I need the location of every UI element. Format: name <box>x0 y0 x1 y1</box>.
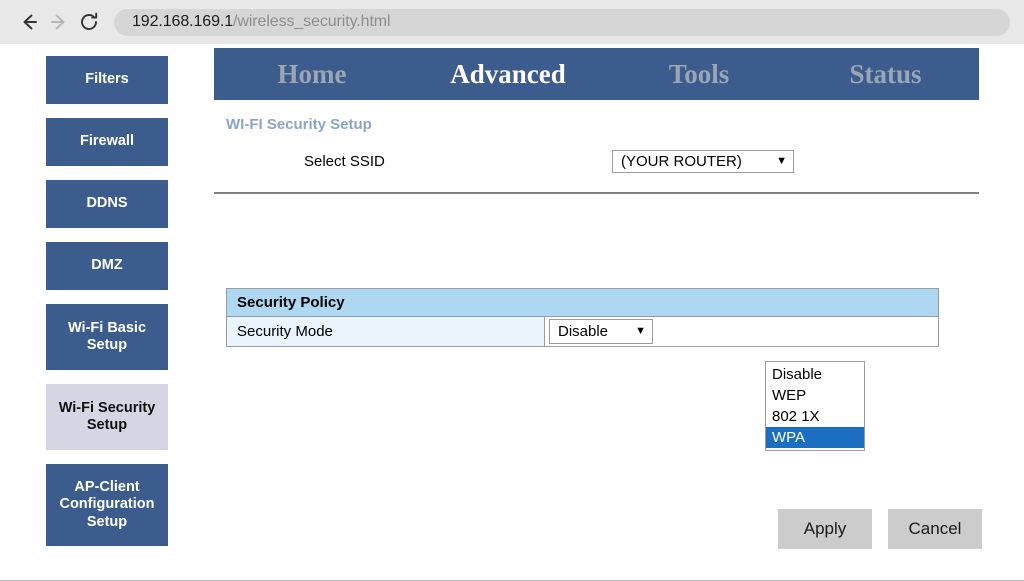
reload-button[interactable] <box>74 7 104 37</box>
url-path: /wireless_security.html <box>233 13 391 30</box>
sidebar-item-label: Filters <box>85 71 129 88</box>
section-divider <box>214 192 979 194</box>
option-label: WPA <box>772 429 806 446</box>
option-wep[interactable]: WEP <box>766 385 864 406</box>
sidebar-item-wifi-basic-setup[interactable]: Wi-Fi Basic Setup <box>46 304 168 370</box>
security-mode-value-cell: Disable ▼ <box>545 317 938 346</box>
chevron-down-icon: ▼ <box>776 154 787 167</box>
security-mode-value: Disable <box>558 323 609 340</box>
sidebar-item-label: DMZ <box>91 257 123 274</box>
option-label: WEP <box>772 387 807 404</box>
page-title: WI-FI Security Setup <box>226 116 372 133</box>
url-host: 192.168.169.1 <box>132 13 234 30</box>
sidebar-item-label: Wi-Fi Security Setup <box>58 399 156 433</box>
sidebar: Filters Firewall DDNS DMZ Wi-Fi Basic Se… <box>46 56 168 560</box>
forward-button[interactable] <box>44 7 74 37</box>
top-navigation: Home Advanced Tools Status <box>214 48 979 100</box>
sidebar-item-label: Firewall <box>80 133 134 150</box>
nav-item-label: Status <box>849 58 922 89</box>
select-ssid-dropdown[interactable]: (YOUR ROUTER) ▼ <box>612 149 794 173</box>
sidebar-item-label: DDNS <box>86 195 128 212</box>
nav-item-label: Advanced <box>450 58 566 89</box>
browser-toolbar: 192.168.169.1/wireless_security.html <box>0 0 1024 44</box>
sidebar-item-label: Wi-Fi Basic Setup <box>67 319 147 353</box>
security-mode-label: Security Mode <box>227 317 545 346</box>
apply-button[interactable]: Apply <box>778 509 872 549</box>
select-ssid-row: Select SSID (YOUR ROUTER) ▼ <box>214 147 979 175</box>
nav-item-label: Home <box>277 58 347 89</box>
form-actions: Apply Cancel <box>778 509 982 549</box>
forward-arrow-icon <box>48 11 70 33</box>
sidebar-item-dmz[interactable]: DMZ <box>46 242 168 290</box>
nav-item-advanced[interactable]: Advanced <box>410 59 606 90</box>
chevron-down-icon: ▼ <box>635 325 646 337</box>
table-row: Security Mode Disable ▼ <box>227 317 938 346</box>
select-ssid-value: (YOUR ROUTER) <box>621 152 742 170</box>
security-mode-options-list[interactable]: Disable WEP 802 1X WPA <box>765 361 865 451</box>
security-mode-dropdown[interactable]: Disable ▼ <box>549 319 653 344</box>
nav-item-tools[interactable]: Tools <box>606 59 792 90</box>
back-arrow-icon <box>18 11 40 33</box>
option-label: Disable <box>772 366 823 383</box>
main-content: Home Advanced Tools Status WI-FI Securit… <box>214 48 982 549</box>
nav-item-status[interactable]: Status <box>792 59 979 90</box>
back-button[interactable] <box>14 7 44 37</box>
option-802-1x[interactable]: 802 1X <box>766 406 864 427</box>
reload-icon <box>78 11 100 33</box>
security-policy-header: Security Policy <box>227 289 938 317</box>
option-disable[interactable]: Disable <box>766 364 864 385</box>
sidebar-item-firewall[interactable]: Firewall <box>46 118 168 166</box>
option-label: 802 1X <box>772 408 820 425</box>
select-ssid-label: Select SSID <box>304 152 385 170</box>
router-admin-page: Filters Firewall DDNS DMZ Wi-Fi Basic Se… <box>0 44 1024 581</box>
sidebar-item-ddns[interactable]: DDNS <box>46 180 168 228</box>
sidebar-item-wifi-security-setup[interactable]: Wi-Fi Security Setup <box>46 384 168 450</box>
cancel-button[interactable]: Cancel <box>888 509 982 549</box>
option-wpa[interactable]: WPA <box>766 427 864 448</box>
security-policy-table: Security Policy Security Mode Disable ▼ <box>226 288 939 347</box>
nav-item-label: Tools <box>668 58 730 89</box>
url-bar[interactable]: 192.168.169.1/wireless_security.html <box>114 8 1010 36</box>
sidebar-item-label: AP-Client Configuration Setup <box>59 479 155 530</box>
sidebar-item-ap-client-configuration-setup[interactable]: AP-Client Configuration Setup <box>46 464 168 546</box>
sidebar-item-filters[interactable]: Filters <box>46 56 168 104</box>
nav-item-home[interactable]: Home <box>214 59 410 90</box>
